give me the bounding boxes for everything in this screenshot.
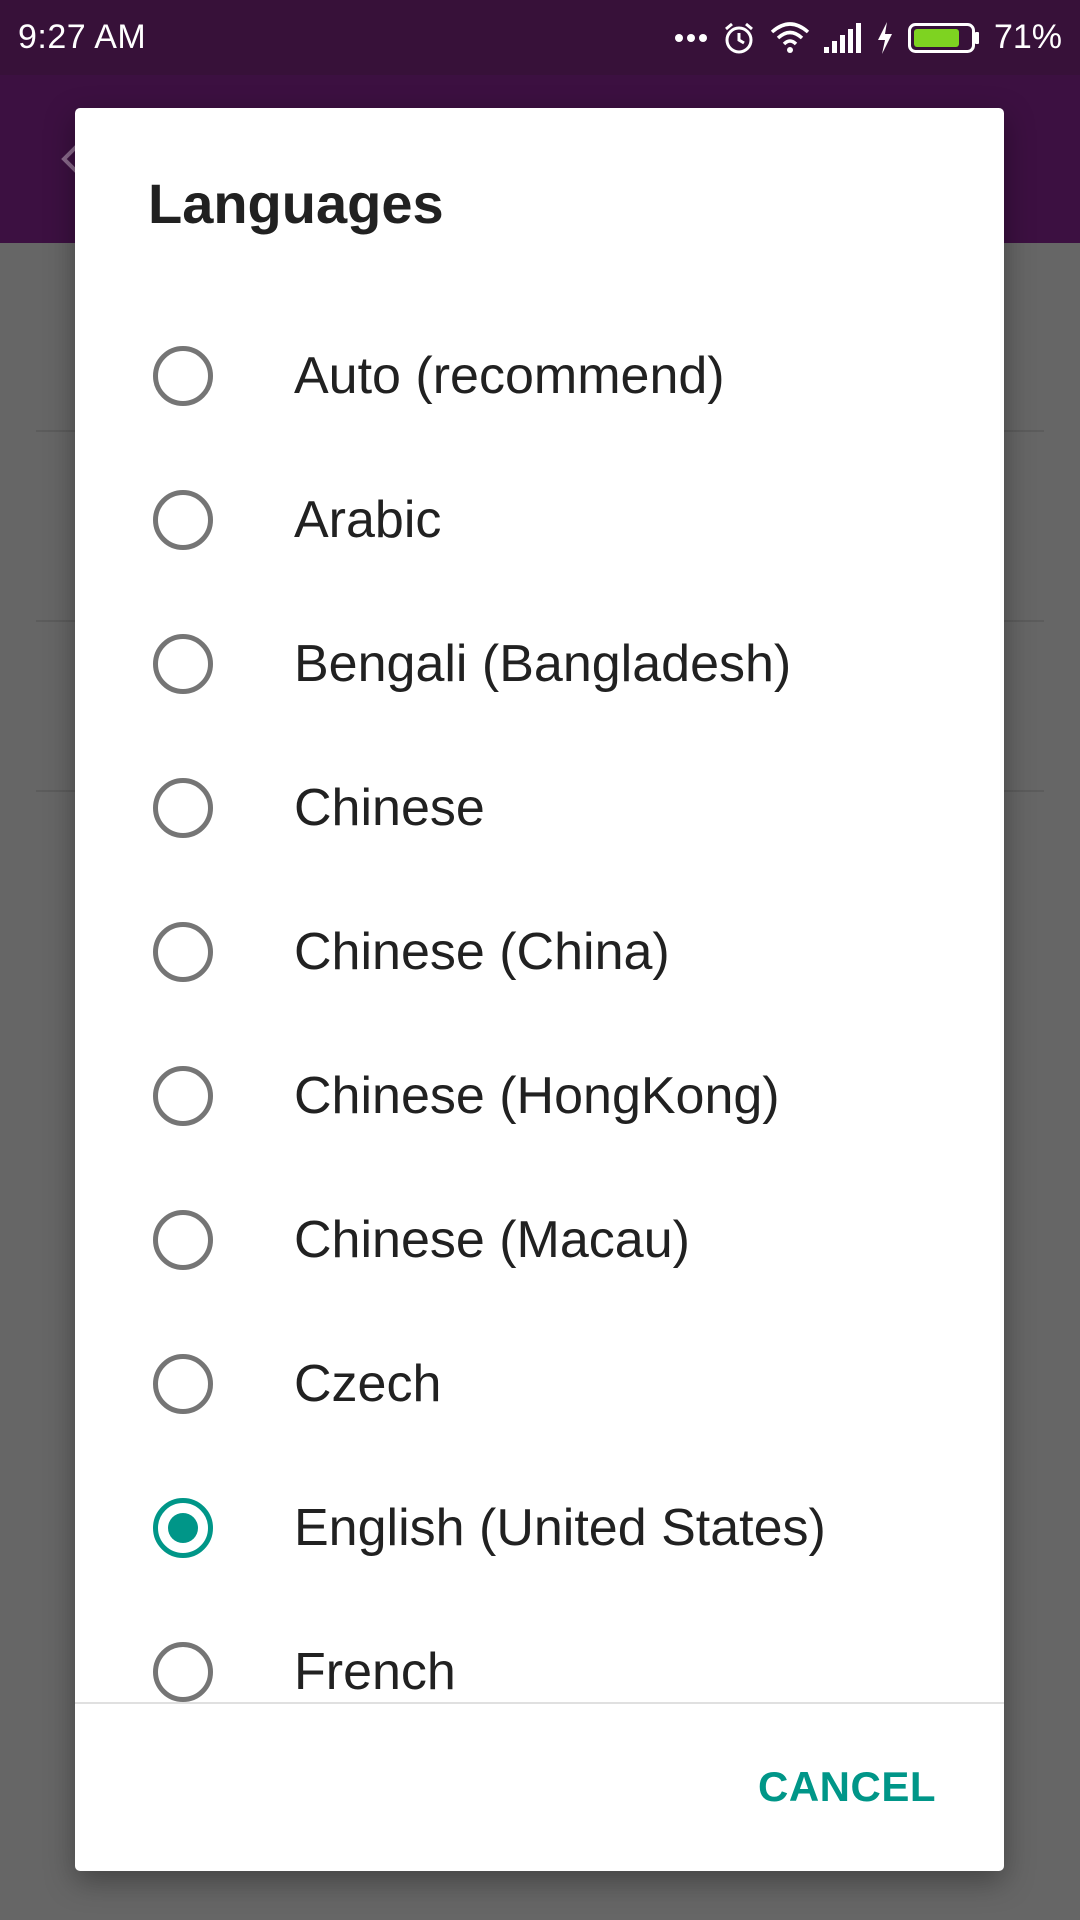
charging-icon xyxy=(876,21,894,54)
radio-button-icon[interactable] xyxy=(153,1066,213,1126)
wifi-icon xyxy=(770,21,810,54)
language-option-label: English (United States) xyxy=(294,1499,826,1557)
language-option-label: Arabic xyxy=(294,491,442,549)
language-option[interactable]: French xyxy=(75,1600,1004,1744)
language-option-label: Chinese (Macau) xyxy=(294,1211,690,1269)
language-option[interactable]: English (United States) xyxy=(75,1456,1004,1600)
language-option-label: Auto (recommend) xyxy=(294,347,725,405)
language-option[interactable]: Chinese (Macau) xyxy=(75,1168,1004,1312)
status-time: 9:27 AM xyxy=(18,18,147,56)
language-option[interactable]: Auto (recommend) xyxy=(75,304,1004,448)
dialog-title: Languages xyxy=(148,172,444,235)
language-option-label: Chinese (China) xyxy=(294,923,670,981)
cancel-button[interactable]: CANCEL xyxy=(758,1763,936,1811)
radio-button-icon[interactable] xyxy=(153,490,213,550)
language-option[interactable]: Arabic xyxy=(75,448,1004,592)
language-options-list[interactable]: Auto (recommend) Arabic Bengali (Banglad… xyxy=(75,304,1004,1744)
status-icons: 71% xyxy=(674,18,1062,57)
radio-button-icon[interactable] xyxy=(153,634,213,694)
radio-button-icon[interactable] xyxy=(153,778,213,838)
battery-percent: 71% xyxy=(993,18,1062,56)
more-dots-icon xyxy=(674,33,708,43)
language-option-label: Chinese (HongKong) xyxy=(294,1067,780,1125)
radio-button-icon[interactable] xyxy=(153,1498,213,1558)
language-option[interactable]: Chinese (HongKong) xyxy=(75,1024,1004,1168)
language-option-label: Bengali (Bangladesh) xyxy=(294,635,792,693)
radio-button-icon[interactable] xyxy=(153,922,213,982)
language-option[interactable]: Bengali (Bangladesh) xyxy=(75,592,1004,736)
radio-button-icon[interactable] xyxy=(153,1210,213,1270)
languages-dialog: Languages Auto (recommend) Arabic Bengal… xyxy=(75,108,1004,1871)
signal-icon xyxy=(823,22,862,53)
radio-button-icon[interactable] xyxy=(153,346,213,406)
language-option-label: French xyxy=(294,1643,456,1701)
language-option[interactable]: Chinese (China) xyxy=(75,880,1004,1024)
language-option[interactable]: Czech xyxy=(75,1312,1004,1456)
alarm-icon xyxy=(722,21,756,55)
language-option[interactable]: Chinese xyxy=(75,736,1004,880)
radio-button-icon[interactable] xyxy=(153,1642,213,1702)
battery-icon xyxy=(907,22,980,53)
status-bar: 9:27 AM 71% xyxy=(0,0,1080,75)
language-option-label: Czech xyxy=(294,1355,442,1413)
dialog-divider xyxy=(75,1702,1004,1704)
radio-button-icon[interactable] xyxy=(153,1354,213,1414)
language-option-label: Chinese xyxy=(294,779,485,837)
